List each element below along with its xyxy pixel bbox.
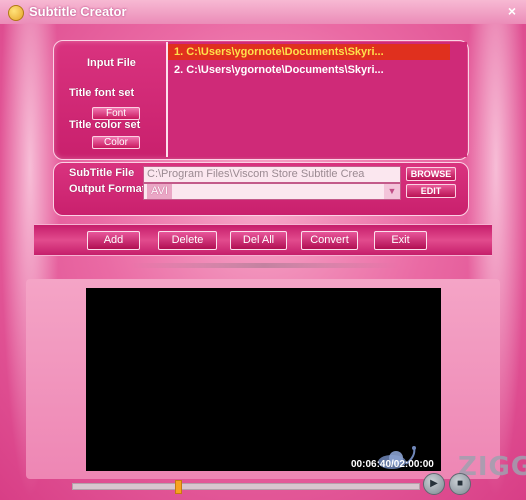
seek-thumb[interactable]: [175, 480, 182, 494]
stop-icon: ■: [456, 478, 464, 489]
output-format-value: AVI: [147, 184, 172, 199]
time-readout: 00:06:40/02:00:00: [351, 459, 434, 470]
window-title: Subtitle Creator: [29, 4, 127, 19]
browse-button[interactable]: BROWSE: [406, 167, 456, 181]
output-panel: SubTitle File C:\Program Files\Viscom St…: [53, 162, 469, 216]
delete-button[interactable]: Delete: [158, 231, 217, 250]
chevron-down-icon[interactable]: ▼: [384, 184, 400, 199]
output-format-label: Output Format: [69, 183, 146, 195]
input-panel: Input File Title font set Font Title col…: [53, 40, 469, 160]
play-button[interactable]: ▶: [423, 473, 445, 495]
exit-button[interactable]: Exit: [374, 231, 427, 250]
title-font-label: Title font set: [69, 87, 135, 99]
play-icon: ▶: [430, 478, 438, 489]
input-file-list[interactable]: 1. C:\Users\ygornote\Documents\Skyri... …: [166, 42, 467, 157]
output-format-select[interactable]: AVI ▼: [143, 183, 401, 200]
input-settings: Input File Title font set Font Title col…: [54, 41, 162, 159]
subtitle-file-label: SubTitle File: [69, 167, 135, 179]
input-file-label: Input File: [87, 57, 136, 69]
stop-button[interactable]: ■: [449, 473, 471, 495]
title-bar: Subtitle Creator ×: [0, 0, 526, 24]
file-list-item-1[interactable]: 1. C:\Users\ygornote\Documents\Skyri...: [168, 44, 450, 60]
seek-bar[interactable]: [72, 480, 420, 494]
edit-button[interactable]: EDIT: [406, 184, 456, 198]
action-toolbar: Add Delete Del All Convert Exit: [34, 224, 492, 256]
convert-button[interactable]: Convert: [301, 231, 358, 250]
app-icon: [8, 5, 24, 21]
title-color-label: Title color set: [69, 119, 141, 131]
file-list-item-2[interactable]: 2. C:\Users\ygornote\Documents\Skyri...: [168, 62, 450, 78]
decorative-divider: [130, 263, 398, 268]
video-preview: [86, 288, 441, 471]
add-button[interactable]: Add: [87, 231, 140, 250]
color-button[interactable]: Color: [92, 136, 140, 149]
delete-all-button[interactable]: Del All: [230, 231, 287, 250]
subtitle-file-field[interactable]: C:\Program Files\Viscom Store Subtitle C…: [143, 166, 401, 183]
close-button[interactable]: ×: [508, 3, 516, 19]
